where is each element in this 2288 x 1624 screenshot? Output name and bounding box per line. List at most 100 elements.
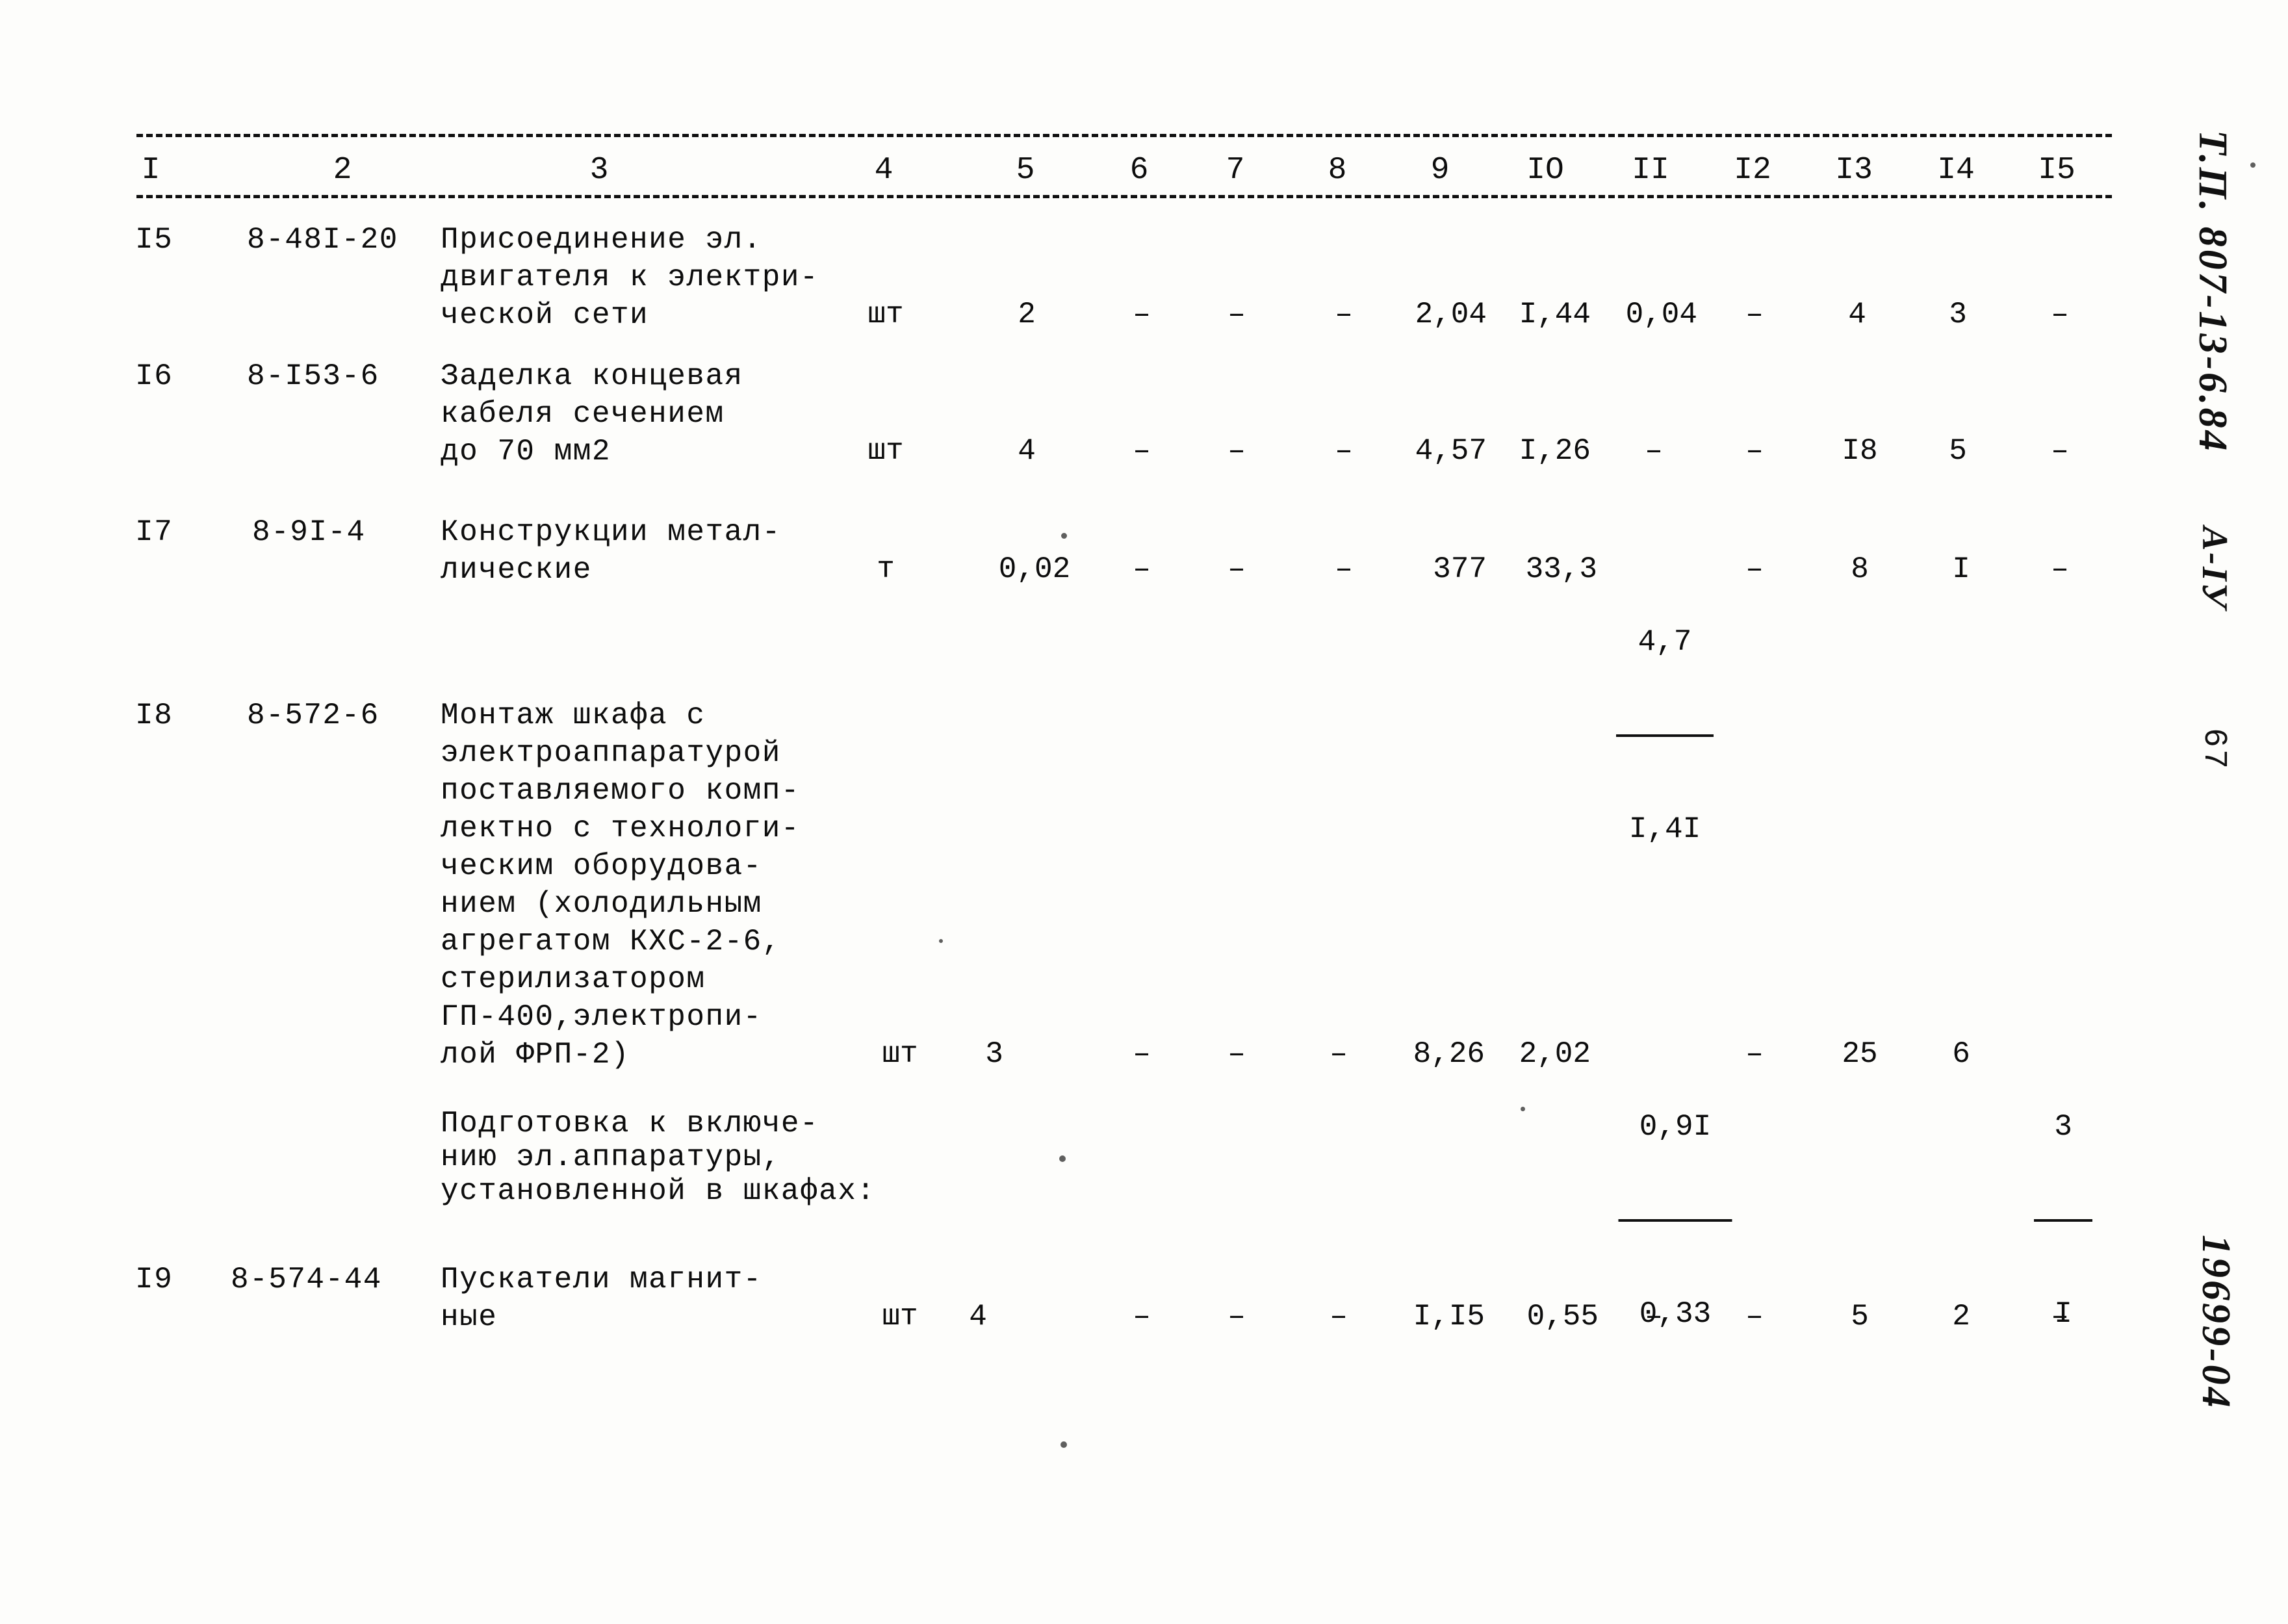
column-header-7: 7 [1226, 153, 1245, 188]
row-col6: – [1133, 298, 1151, 331]
row-unit: шт [882, 1300, 918, 1334]
scan-speck [939, 939, 943, 943]
row-col13: 25 [1842, 1037, 1878, 1071]
row-col13: I8 [1842, 434, 1878, 468]
row-description-line: агрегатом КХС-2-6, [441, 925, 781, 959]
row-col13: 4 [1848, 298, 1866, 331]
row-quantity: 4 [969, 1300, 987, 1334]
row-code: 8-572-6 [247, 699, 379, 732]
row-description-line: Конструкции метал- [441, 515, 781, 549]
row-col14: I [1952, 552, 1970, 586]
row-col14: 3 [1949, 298, 1967, 331]
row-description-line: Пускатели магнит- [441, 1263, 762, 1296]
row-col15: – [2051, 1300, 2069, 1334]
row-col8: – [1335, 552, 1353, 586]
row-col10: I,44 [1519, 298, 1591, 331]
scan-speck [2250, 162, 2256, 168]
row-col10: 0,55 [1526, 1300, 1599, 1334]
row-quantity: 4 [1018, 434, 1036, 468]
row-code: 8-574-44 [231, 1263, 382, 1296]
row-col14: 2 [1952, 1300, 1970, 1334]
row-col12: – [1745, 1037, 1764, 1071]
row-description-line: электроаппаратурой [441, 736, 781, 770]
row-col13: 5 [1851, 1300, 1869, 1334]
row-description-line: лические [441, 553, 592, 587]
scan-speck [1521, 1107, 1525, 1111]
row-col6: – [1133, 434, 1151, 468]
column-header-9: 9 [1430, 153, 1450, 188]
row-col11: 0,04 [1625, 298, 1697, 331]
row-col11-fraction: 0,9I 0,33 [1618, 1036, 1732, 1405]
subheading-line: Подготовка к включе- [441, 1107, 819, 1141]
scanned-page: I 2 3 4 5 6 7 8 9 IO II I2 I3 I4 I5 I5 8… [0, 0, 2288, 1624]
scan-speck [1059, 1155, 1066, 1162]
fraction-denominator: I,4I [1628, 812, 1701, 846]
row-col7: – [1228, 1037, 1246, 1071]
row-col15-fraction: 3 I [2034, 1036, 2092, 1405]
row-col15: – [2051, 434, 2069, 468]
row-col6: – [1133, 1037, 1151, 1071]
row-col14: 5 [1949, 434, 1967, 468]
row-quantity: 3 [985, 1037, 1003, 1071]
row-description-line: кабеля сечением [441, 397, 725, 431]
column-header-8: 8 [1328, 153, 1347, 188]
margin-archive-stamp: 19699-04 [2194, 1235, 2238, 1410]
row-col6: – [1133, 1300, 1151, 1334]
row-col8: – [1330, 1037, 1348, 1071]
row-description-line: Монтаж шкафа с [441, 699, 706, 732]
column-header-5: 5 [1016, 153, 1035, 188]
row-col9: 377 [1433, 552, 1487, 586]
row-col12: – [1745, 298, 1764, 331]
row-col12: – [1745, 552, 1764, 586]
scan-speck [1060, 1441, 1067, 1448]
scan-speck [1061, 533, 1067, 539]
row-description-line: двигателя к электри- [441, 261, 819, 294]
row-col7: – [1228, 1300, 1246, 1334]
row-description-line: поставляемого комп- [441, 774, 800, 808]
fraction-bar [2034, 1219, 2092, 1222]
fraction-bar [1618, 1219, 1732, 1222]
row-col8: – [1330, 1300, 1348, 1334]
row-description-line: нием (холодильным [441, 887, 762, 921]
row-col15: – [2051, 298, 2069, 331]
row-col8: – [1335, 434, 1353, 468]
row-number: I7 [135, 515, 174, 549]
row-col15: – [2051, 552, 2069, 586]
row-col9: 2,04 [1415, 298, 1487, 331]
column-header-12: I2 [1734, 153, 1771, 188]
row-col7: – [1228, 552, 1246, 586]
row-unit: шт [868, 434, 904, 468]
row-description-line: Присоединение эл. [441, 223, 762, 257]
column-header-2: 2 [333, 153, 352, 188]
row-code: 8-I53-6 [247, 359, 379, 393]
column-header-10: IO [1526, 153, 1564, 188]
fraction-denominator: 0,33 [1639, 1297, 1712, 1331]
row-description-line: стерилизатором [441, 962, 706, 996]
fraction-numerator: 4,7 [1638, 625, 1692, 659]
row-col9: I,I5 [1413, 1300, 1485, 1334]
row-quantity: 2 [1018, 298, 1036, 331]
margin-project-code: Т.П. 807-13-6.84 [2191, 130, 2235, 454]
column-header-15: I5 [2038, 153, 2076, 188]
row-col7: – [1228, 298, 1246, 331]
row-col7: – [1228, 434, 1246, 468]
table-header-rule-top [136, 134, 2112, 137]
margin-section-code: А-IУ [2194, 526, 2235, 610]
row-quantity: 0,02 [998, 552, 1071, 586]
row-description-line: ческим оборудова- [441, 849, 762, 883]
column-header-6: 6 [1129, 153, 1149, 188]
row-description-line: ГП-400,электропи- [441, 1000, 762, 1034]
row-code: 8-9I-4 [252, 515, 366, 549]
column-header-3: 3 [589, 153, 609, 188]
row-col10: 2,02 [1519, 1037, 1591, 1071]
row-col11: – [1645, 1300, 1663, 1334]
row-number: I8 [135, 699, 174, 732]
row-unit: шт [882, 1037, 918, 1071]
row-col13: 8 [1851, 552, 1869, 586]
row-col12: – [1745, 1300, 1764, 1334]
row-col11-fraction: 4,7 I,4I [1616, 551, 1714, 920]
row-col9: 8,26 [1413, 1037, 1485, 1071]
row-description-line: ные [441, 1300, 498, 1334]
row-code: 8-48I-20 [247, 223, 398, 257]
row-description-line: ческой сети [441, 298, 649, 332]
